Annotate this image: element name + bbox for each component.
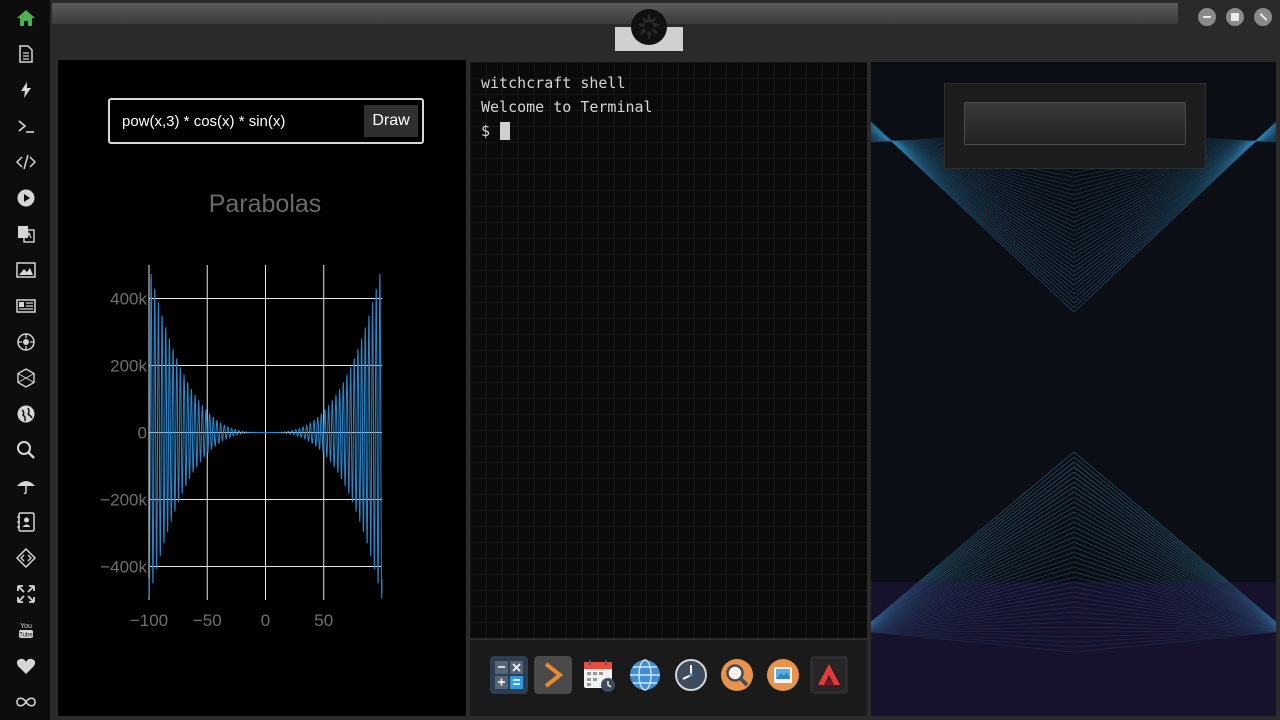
terminal-app-icon[interactable] <box>534 656 572 694</box>
diamond-code-icon[interactable] <box>15 547 37 569</box>
x-tick-label: 50 <box>314 611 333 630</box>
svg-text:Tube: Tube <box>19 633 33 639</box>
vector-app-icon[interactable] <box>810 656 848 694</box>
home-icon[interactable] <box>15 7 37 29</box>
svg-text:You: You <box>20 623 32 630</box>
browser-icon[interactable] <box>626 656 664 694</box>
close-button[interactable] <box>1254 8 1272 26</box>
terminal-panel[interactable] <box>470 62 867 638</box>
y-tick-label: 200k <box>110 357 147 376</box>
terminal-icon[interactable] <box>15 115 37 137</box>
terminal-line: witchcraft shell <box>481 74 626 92</box>
rebel-logo <box>631 9 667 45</box>
dock <box>470 640 867 716</box>
play-icon[interactable] <box>15 187 37 209</box>
translate-icon[interactable] <box>15 223 37 245</box>
y-tick-label: 400k <box>110 290 147 309</box>
search-app-icon[interactable] <box>718 656 756 694</box>
rebel-icon[interactable] <box>15 331 37 353</box>
function-input-box: Draw <box>108 98 424 144</box>
terminal-prompt: $ <box>481 122 491 140</box>
terminal-cursor[interactable] <box>500 122 510 140</box>
clock-icon[interactable] <box>672 656 710 694</box>
image-icon[interactable] <box>15 259 37 281</box>
y-tick-label: −400k <box>100 558 147 577</box>
minimize-button[interactable] <box>1198 8 1216 26</box>
x-tick-label: 0 <box>261 611 270 630</box>
draw-button[interactable]: Draw <box>364 105 418 137</box>
x-tick-label: −100 <box>130 611 168 630</box>
youtube-icon[interactable]: You Tube <box>15 619 37 641</box>
calculator-icon[interactable] <box>490 656 528 694</box>
chart-title: Parabolas <box>208 190 322 218</box>
search-icon[interactable] <box>15 439 37 461</box>
function-input[interactable] <box>120 110 350 132</box>
hex-icon[interactable] <box>15 367 37 389</box>
terminal-line: Welcome to Terminal <box>481 98 653 116</box>
y-tick-label: 0 <box>138 424 147 443</box>
widget-input[interactable] <box>964 102 1186 145</box>
y-tick-label: −200k <box>100 491 147 510</box>
heart-icon[interactable] <box>15 655 37 677</box>
globe-icon[interactable] <box>15 403 37 425</box>
infinity-icon[interactable] <box>15 691 37 713</box>
sidebar <box>0 0 50 720</box>
function-plot: −100 −50 0 50 400k 200k 0 −200k −400k <box>100 265 383 630</box>
maximize-button[interactable] <box>1226 8 1244 26</box>
title-field[interactable] <box>52 3 1178 24</box>
contacts-icon[interactable] <box>15 511 37 533</box>
newspaper-icon[interactable] <box>15 295 37 317</box>
umbrella-icon[interactable] <box>15 475 37 497</box>
code-icon[interactable] <box>15 151 37 173</box>
photos-icon[interactable] <box>764 656 802 694</box>
x-tick-label: −50 <box>193 611 222 630</box>
bolt-icon[interactable] <box>15 79 37 101</box>
calendar-icon[interactable] <box>580 656 618 694</box>
fullscreen-icon[interactable] <box>15 583 37 605</box>
file-icon[interactable] <box>15 43 37 65</box>
